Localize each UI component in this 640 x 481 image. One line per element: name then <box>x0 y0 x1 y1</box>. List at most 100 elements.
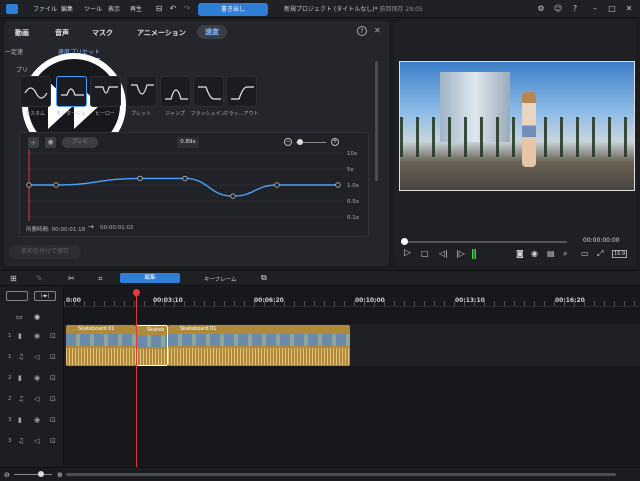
lock-icon[interactable]: ⊡ <box>50 374 56 382</box>
speaker-icon[interactable]: ◁ <box>34 353 39 361</box>
menu-tools[interactable]: ツール <box>84 4 102 13</box>
settings-small-icon[interactable]: ⊟ <box>154 4 164 14</box>
speed-curve-graph[interactable]: 10x 5x 1.0x 0.5x 0.1x <box>20 133 370 238</box>
maximize-icon[interactable]: □ <box>607 4 617 14</box>
track-visibility-icon[interactable]: ▭ <box>16 313 23 321</box>
timeline[interactable]: 0:00 00:03:10 00:06:20 00:10:00 00:13:10… <box>0 287 640 467</box>
curve-keyframe[interactable] <box>230 193 236 199</box>
subtab-constant-speed[interactable]: 一定速 <box>5 47 23 56</box>
timeline-zoom-out-icon[interactable]: ⊖ <box>4 471 10 479</box>
lock-icon[interactable]: ⊡ <box>50 353 56 361</box>
tab-audio[interactable]: 音声 <box>55 28 69 38</box>
tab-animation[interactable]: アニメーション <box>137 28 186 38</box>
tab-video[interactable]: 動画 <box>15 28 29 38</box>
menu-view[interactable]: 表示 <box>108 4 120 13</box>
track-header-row[interactable]: 2 ▮ ◉ ⊡ <box>0 369 64 390</box>
panel-scrollbar[interactable] <box>375 61 378 181</box>
subtitle-icon[interactable]: ▤ <box>547 249 555 258</box>
lock-icon[interactable]: ⊡ <box>50 416 56 424</box>
ruler-label-3: 00:10:00 <box>355 297 385 304</box>
tab-mask[interactable]: マスク <box>92 28 113 38</box>
undo-icon[interactable]: ↶ <box>168 4 178 14</box>
preset-1[interactable] <box>20 76 51 107</box>
record-icon[interactable]: ◉ <box>531 249 538 258</box>
quality-icon[interactable]: ▭ <box>581 249 589 258</box>
close-window-icon[interactable]: ✕ <box>624 4 634 14</box>
split-icon[interactable]: ✂ <box>68 274 75 283</box>
video-preview[interactable] <box>399 61 635 191</box>
eye-icon[interactable]: ◉ <box>34 416 40 424</box>
speaker-icon[interactable]: ◁ <box>34 395 39 403</box>
save-preset-button[interactable]: 名前を付けて保存 <box>9 245 81 259</box>
video-clip-2[interactable]: Skateboard 01 <box>168 325 350 366</box>
speaker-icon[interactable]: ◁ <box>34 437 39 445</box>
track-fit-button[interactable]: |◂▸| <box>34 291 56 301</box>
timeline-zoom-handle[interactable] <box>38 471 44 477</box>
next-frame-icon[interactable]: |▷ <box>456 249 465 258</box>
timeline-scrollbar[interactable] <box>66 473 616 476</box>
fullscreen-icon[interactable]: ⤢ <box>597 249 603 259</box>
track-header-row[interactable]: 1 ▮ ◉ ⊡ <box>0 327 64 348</box>
curve-keyframe[interactable] <box>182 175 188 182</box>
playback-progress-handle[interactable] <box>401 238 408 245</box>
tab-timeline-edit[interactable]: 編集 <box>120 273 180 283</box>
menu-play[interactable]: 再生 <box>130 4 142 13</box>
video-clip-selected[interactable]: Skateb <box>136 325 168 366</box>
video-clip-1[interactable]: Skateboard 01 <box>66 325 136 366</box>
panel-close-icon[interactable]: ✕ <box>374 26 381 35</box>
help-icon[interactable]: ? <box>570 4 580 14</box>
account-icon[interactable]: ☺ <box>553 4 563 14</box>
preview-panel: 00:00:00:00 ▷ □ ◁| |▷ ◙ ◉ ▤ ⌕ ▭ ⤢ 16:9 <box>394 21 636 266</box>
stop-icon[interactable]: □ <box>421 249 429 258</box>
crop-icon[interactable]: ⌗ <box>98 274 103 284</box>
curve-keyframe[interactable] <box>53 182 59 188</box>
track-header-row[interactable]: 3 ▮ ◉ ⊡ <box>0 411 64 432</box>
minimize-icon[interactable]: – <box>590 4 600 14</box>
speed-curve-editor[interactable]: + ◉ プレビ 0.89x − + 10x 5x 1.0x 0.5x 0.1x 所要時間… <box>19 132 369 237</box>
snapshot-icon[interactable]: ◙ <box>516 249 524 258</box>
preset-2[interactable] <box>56 76 87 107</box>
preset-4[interactable] <box>126 76 157 107</box>
play-icon[interactable]: ▷ <box>404 248 411 258</box>
track-number: 3 <box>8 417 12 423</box>
preset-6[interactable] <box>193 76 224 107</box>
curve-keyframe[interactable] <box>137 175 143 182</box>
pen-icon[interactable]: ✎ <box>36 274 43 283</box>
panel-help-icon[interactable]: ? <box>357 26 367 36</box>
aspect-ratio-badge[interactable]: 16:9 <box>612 250 628 258</box>
redo-icon[interactable]: ↷ <box>182 4 192 14</box>
export-button[interactable]: 書き出し <box>198 3 268 16</box>
menu-edit[interactable]: 編集 <box>61 4 73 13</box>
lock-icon[interactable]: ⊡ <box>50 395 56 403</box>
preset-7[interactable] <box>226 76 257 107</box>
curve-keyframe[interactable] <box>26 182 32 188</box>
speed-curve[interactable] <box>28 177 338 197</box>
eye-icon[interactable]: ◉ <box>34 332 40 340</box>
lock-icon[interactable]: ⊡ <box>50 437 56 445</box>
track-eye-icon[interactable]: ◉ <box>34 313 40 321</box>
track-header-row[interactable]: 2 ♫ ◁ ⊡ <box>0 390 64 411</box>
playback-progress-track[interactable] <box>402 241 567 243</box>
gear-icon[interactable]: ⚙ <box>536 4 546 14</box>
track-header-row[interactable]: 1 ♫ ◁ ⊡ <box>0 348 64 369</box>
menu-file[interactable]: ファイル <box>33 4 57 13</box>
zoom-preview-icon[interactable]: ⌕ <box>563 249 567 259</box>
tab-speed[interactable]: 速度 <box>197 25 227 39</box>
import-media-icon[interactable]: ⊞ <box>10 274 17 283</box>
prev-frame-icon[interactable]: ◁| <box>439 249 448 258</box>
playhead[interactable] <box>136 289 137 467</box>
clip-settings-icon[interactable]: ⧉ <box>261 273 267 283</box>
y-tick-label: 1.0x <box>347 183 360 189</box>
lock-icon[interactable]: ⊡ <box>50 332 56 340</box>
timeline-zoom-slider[interactable] <box>14 474 52 475</box>
speed-edit-panel: 動画 音声 マスク アニメーション 速度 ? ✕ 一定速 速度プリセット プリ … <box>4 21 389 266</box>
preset-5[interactable] <box>160 76 191 107</box>
track-header-row[interactable]: 3 ♫ ◁ ⊡ <box>0 432 64 453</box>
track-options-button[interactable] <box>6 291 28 301</box>
timeline-zoom-in-icon[interactable]: ⊕ <box>57 471 63 479</box>
curve-keyframe[interactable] <box>274 182 280 188</box>
curve-keyframe[interactable] <box>335 182 341 188</box>
preset-3[interactable] <box>90 76 121 107</box>
eye-icon[interactable]: ◉ <box>34 374 40 382</box>
tab-keyframe[interactable]: キーフレーム <box>204 275 237 283</box>
